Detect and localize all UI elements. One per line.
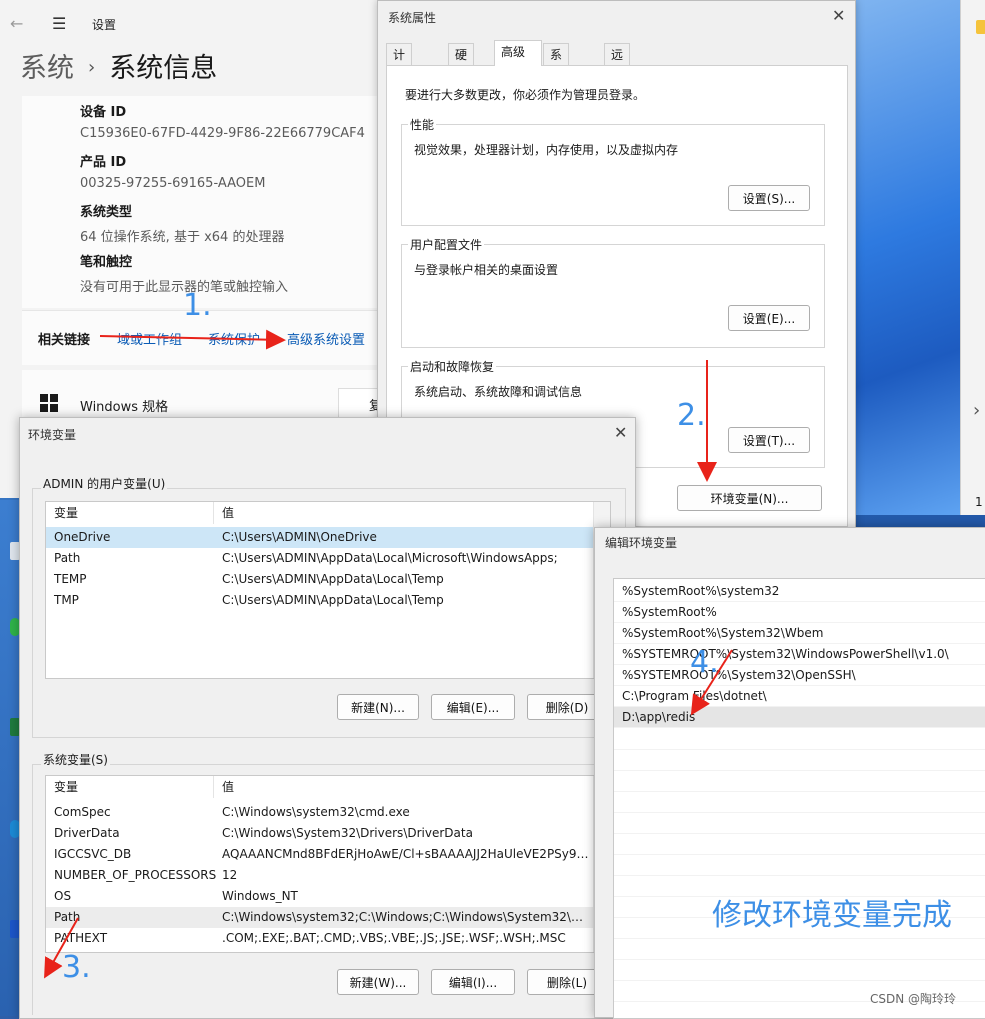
annotation-arrows [44, 329, 733, 979]
arrow-3 [44, 917, 79, 979]
watermark: CSDN @陶玲玲 [870, 992, 957, 1006]
arrow-1 [99, 329, 286, 350]
arrow-4 [690, 649, 733, 716]
tab-advanced[interactable]: 高级 [494, 40, 542, 66]
